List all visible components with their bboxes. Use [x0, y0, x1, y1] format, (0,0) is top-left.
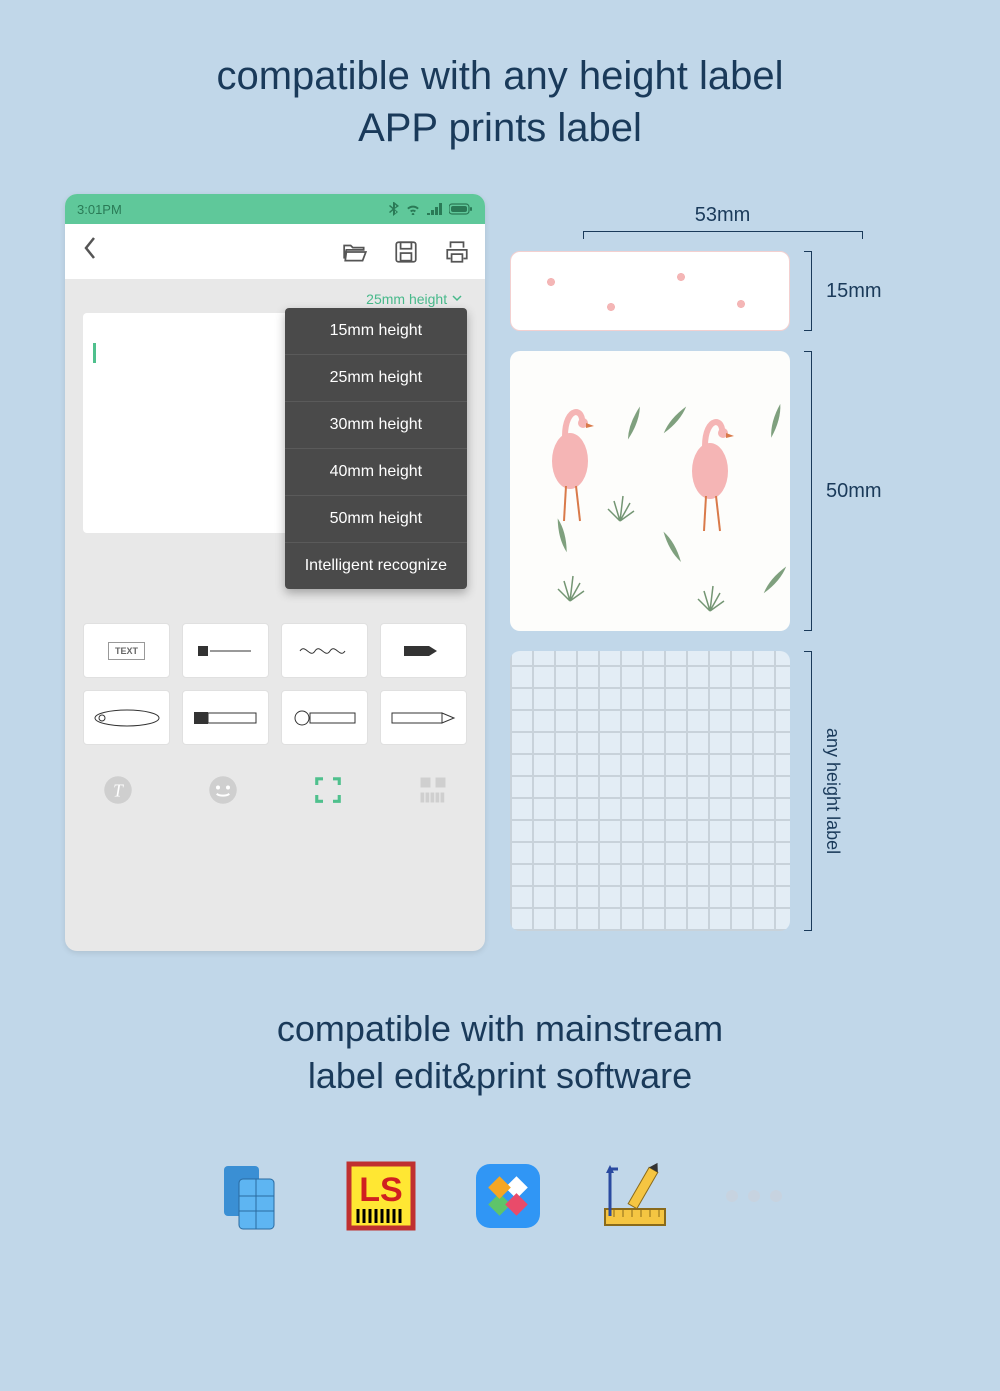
print-icon[interactable] — [444, 239, 470, 265]
svg-text:LS: LS — [359, 1171, 402, 1209]
label-sample-50mm — [510, 351, 790, 631]
template-2[interactable] — [182, 623, 269, 678]
status-icons — [389, 202, 473, 216]
height-dropdown: 15mm height 25mm height 30mm height 40mm… — [285, 308, 467, 589]
dot-icon — [726, 1190, 738, 1202]
dd-item-15mm[interactable]: 15mm height — [285, 308, 467, 355]
main-heading: compatible with any height label APP pri… — [0, 0, 1000, 154]
template-3[interactable] — [281, 623, 368, 678]
main-content: 3:01PM — [0, 154, 1000, 971]
dim-line-50 — [804, 351, 812, 631]
dim-line-any — [804, 651, 812, 931]
nav-text[interactable]: T — [65, 775, 170, 805]
nav-qr[interactable] — [380, 775, 485, 805]
height-dim-15 — [804, 251, 812, 331]
signal-icon — [427, 203, 443, 215]
width-dimension: 53mm — [510, 204, 935, 227]
width-dimension-line — [583, 231, 863, 239]
phone-mockup: 3:01PM — [65, 194, 485, 951]
label-sample-any — [510, 651, 790, 931]
status-time: 3:01PM — [77, 202, 122, 217]
nav-frame[interactable] — [275, 775, 380, 805]
bottom-nav: T — [65, 765, 485, 823]
dd-item-25mm[interactable]: 25mm height — [285, 355, 467, 402]
subheading-line-2: label edit&print software — [0, 1053, 1000, 1100]
height-dim-50 — [804, 351, 812, 631]
label-samples: 53mm 15mm — [510, 194, 935, 951]
any-height-caption: any height label — [822, 728, 843, 854]
save-icon[interactable] — [393, 239, 419, 265]
software-icon-diamond — [472, 1160, 544, 1232]
flamingo-pattern — [510, 351, 790, 631]
software-row: LS — [0, 1160, 1000, 1232]
template-6[interactable] — [182, 690, 269, 745]
back-icon[interactable] — [80, 234, 98, 269]
sample-15mm-row: 15mm — [510, 251, 935, 331]
software-icon-labels — [218, 1160, 290, 1232]
dot-icon — [770, 1190, 782, 1202]
bluetooth-icon — [389, 202, 399, 216]
sample-50mm-row: 50mm — [510, 351, 935, 631]
heading-line-2: APP prints label — [0, 102, 1000, 154]
template-8[interactable] — [380, 690, 467, 745]
template-4[interactable] — [380, 623, 467, 678]
dd-item-30mm[interactable]: 30mm height — [285, 402, 467, 449]
dd-item-40mm[interactable]: 40mm height — [285, 449, 467, 496]
battery-icon — [449, 203, 473, 215]
subheading-line-1: compatible with mainstream — [0, 1006, 1000, 1053]
toolbar-actions — [342, 239, 470, 265]
dim-line-15 — [804, 251, 812, 331]
dd-item-intelligent[interactable]: Intelligent recognize — [285, 543, 467, 589]
height-dim-any — [804, 651, 812, 931]
label-canvas-area: 15mm height 25mm height 30mm height 40mm… — [65, 313, 485, 533]
wifi-icon — [405, 203, 421, 215]
subheading: compatible with mainstream label edit&pr… — [0, 1006, 1000, 1100]
dd-item-50mm[interactable]: 50mm height — [285, 496, 467, 543]
chevron-down-icon — [451, 292, 463, 304]
template-7[interactable] — [281, 690, 368, 745]
nav-emoji[interactable] — [170, 775, 275, 805]
app-toolbar — [65, 224, 485, 279]
label-sample-15mm — [510, 251, 790, 331]
software-icon-ruler — [599, 1160, 671, 1232]
heading-line-1: compatible with any height label — [0, 50, 1000, 102]
template-text[interactable]: TEXT — [83, 623, 170, 678]
canvas-cursor — [93, 343, 96, 363]
svg-text:T: T — [113, 780, 124, 800]
dim-label-50: 50mm — [826, 480, 882, 503]
template-5[interactable] — [83, 690, 170, 745]
sample-any-row: any height label — [510, 651, 935, 931]
more-dots — [726, 1190, 782, 1202]
dim-label-15: 15mm — [826, 280, 882, 303]
status-bar: 3:01PM — [65, 194, 485, 224]
open-folder-icon[interactable] — [342, 239, 368, 265]
dot-icon — [748, 1190, 760, 1202]
software-icon-ls: LS — [345, 1160, 417, 1232]
